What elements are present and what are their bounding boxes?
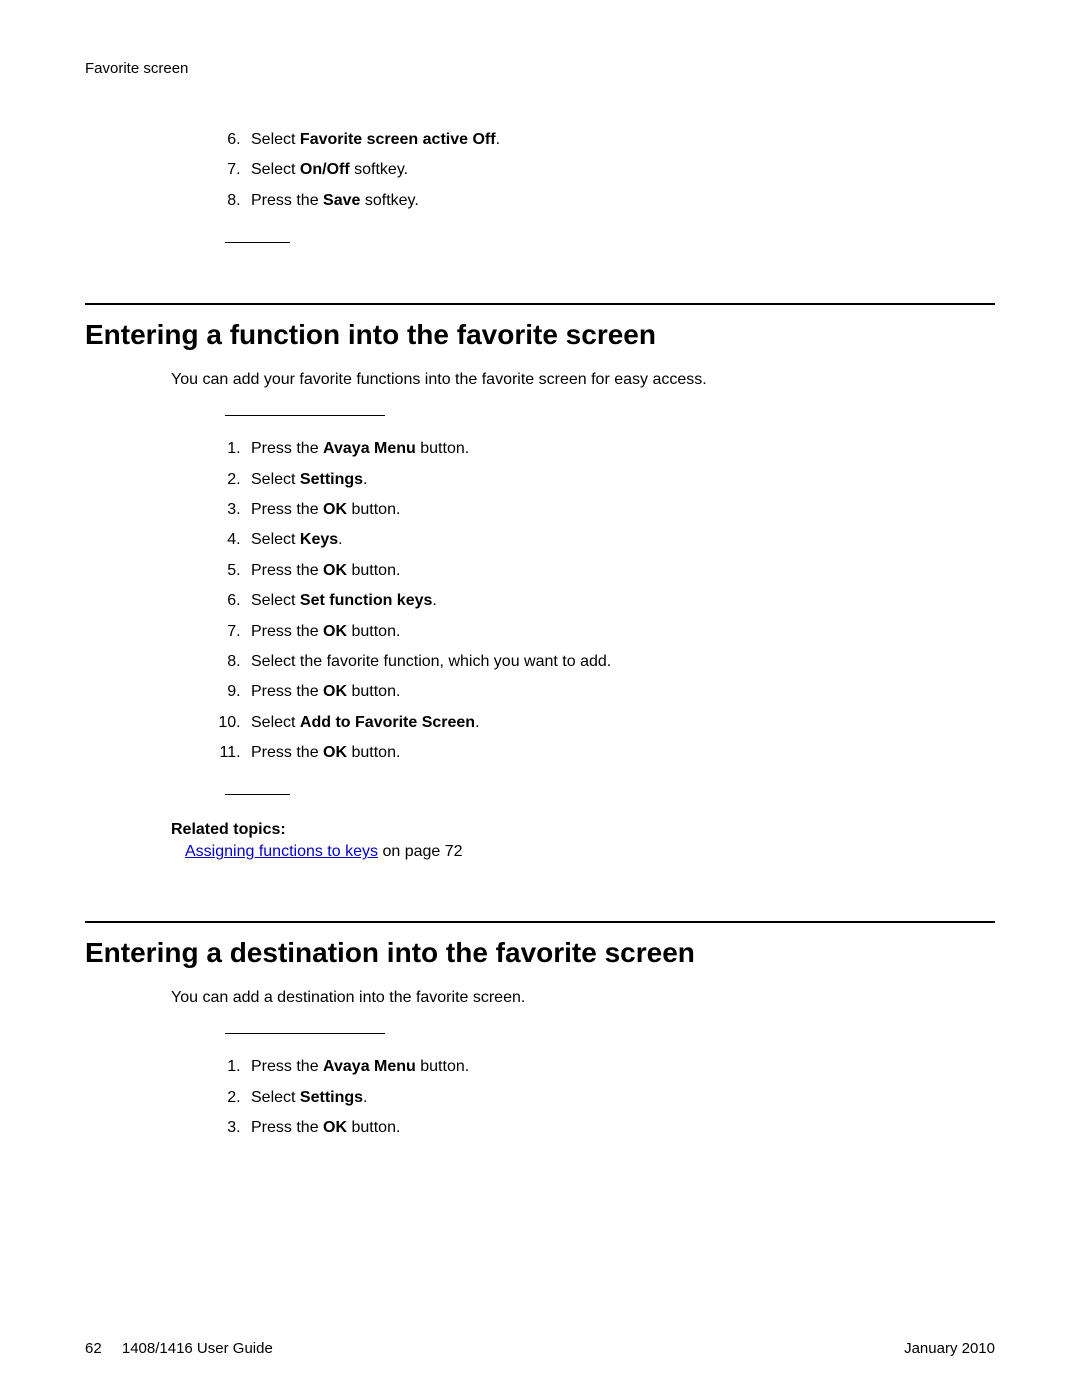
step-bold: Favorite screen active Off [300,131,496,148]
list-item: Press the Save softkey. [245,186,995,216]
procedure-steps: Press the Avaya Menu button. Select Sett… [85,1052,995,1143]
step-text: softkey. [360,192,418,209]
step-bold: OK [323,1119,347,1136]
step-bold: OK [323,623,347,640]
step-text: Select [251,471,300,488]
step-bold: On/Off [300,161,350,178]
list-item: Press the OK button. [245,556,995,586]
step-bold: Avaya Menu [323,440,416,457]
step-text: Select [251,131,300,148]
section-intro: You can add your favorite functions into… [171,371,995,389]
list-item: Select Set function keys. [245,586,995,616]
step-text: button. [347,501,400,518]
section-intro: You can add a destination into the favor… [171,989,995,1007]
step-text: button. [416,1058,469,1075]
list-item: Press the OK button. [245,1113,995,1143]
short-rule [225,794,290,795]
list-item: Press the OK button. [245,495,995,525]
step-text: Press the [251,744,323,761]
list-item: Select Settings. [245,465,995,495]
related-topic-tail: on page 72 [378,843,463,860]
related-topics-heading: Related topics: [171,821,995,839]
continued-steps: Select Favorite screen active Off. Selec… [85,125,995,216]
section-rule [85,303,995,305]
step-bold: OK [323,562,347,579]
list-item: Press the Avaya Menu button. [245,1052,995,1082]
step-text: Press the [251,683,323,700]
step-text: . [363,471,367,488]
list-item: Select Favorite screen active Off. [245,125,995,155]
step-text: Press the [251,1119,323,1136]
step-bold: Avaya Menu [323,1058,416,1075]
page-number: 62 [85,1340,102,1357]
step-text: . [496,131,500,148]
list-item: Select Keys. [245,525,995,555]
step-bold: Set function keys [300,592,432,609]
step-text: Select [251,531,300,548]
step-bold: Add to Favorite Screen [300,714,475,731]
list-item: Press the OK button. [245,617,995,647]
section-heading: Entering a function into the favorite sc… [85,319,995,351]
step-text: button. [347,623,400,640]
step-text: Press the [251,192,323,209]
footer-guide-title: 1408/1416 User Guide [122,1340,273,1357]
step-text: button. [347,562,400,579]
list-item: Select the favorite function, which you … [245,647,995,677]
step-text: Select [251,592,300,609]
step-bold: Settings [300,1089,363,1106]
step-bold: Keys [300,531,338,548]
section-heading: Entering a destination into the favorite… [85,937,995,969]
step-text: button. [347,1119,400,1136]
step-text: . [338,531,342,548]
step-text: Press the [251,623,323,640]
step-text: Press the [251,501,323,518]
step-bold: OK [323,744,347,761]
list-item: Select On/Off softkey. [245,155,995,185]
step-text: Select [251,161,300,178]
step-text: . [475,714,479,731]
step-text: Press the [251,440,323,457]
step-bold: Save [323,192,360,209]
step-text: button. [416,440,469,457]
step-bold: Settings [300,471,363,488]
page-footer: 62 1408/1416 User Guide January 2010 [85,1340,995,1357]
step-bold: OK [323,683,347,700]
procedure-steps: Press the Avaya Menu button. Select Sett… [85,434,995,768]
running-head: Favorite screen [85,60,995,77]
short-rule [225,242,290,243]
step-bold: OK [323,501,347,518]
step-text: Press the [251,562,323,579]
step-text: Select the favorite function, which you … [251,653,611,670]
step-text: Select [251,714,300,731]
step-text: Press the [251,1058,323,1075]
footer-date: January 2010 [904,1340,995,1357]
related-topic-link[interactable]: Assigning functions to keys [185,843,378,860]
related-topic-line: Assigning functions to keys on page 72 [185,843,995,861]
step-text: Select [251,1089,300,1106]
list-item: Press the OK button. [245,677,995,707]
step-text: . [363,1089,367,1106]
short-rule [225,1033,385,1034]
step-text: button. [347,683,400,700]
section-rule [85,921,995,923]
list-item: Press the OK button. [245,738,995,768]
list-item: Press the Avaya Menu button. [245,434,995,464]
list-item: Select Settings. [245,1083,995,1113]
page-body: Favorite screen Select Favorite screen a… [0,0,1080,1184]
step-text: . [432,592,436,609]
list-item: Select Add to Favorite Screen. [245,708,995,738]
short-rule [225,415,385,416]
step-text: softkey. [350,161,408,178]
step-text: button. [347,744,400,761]
